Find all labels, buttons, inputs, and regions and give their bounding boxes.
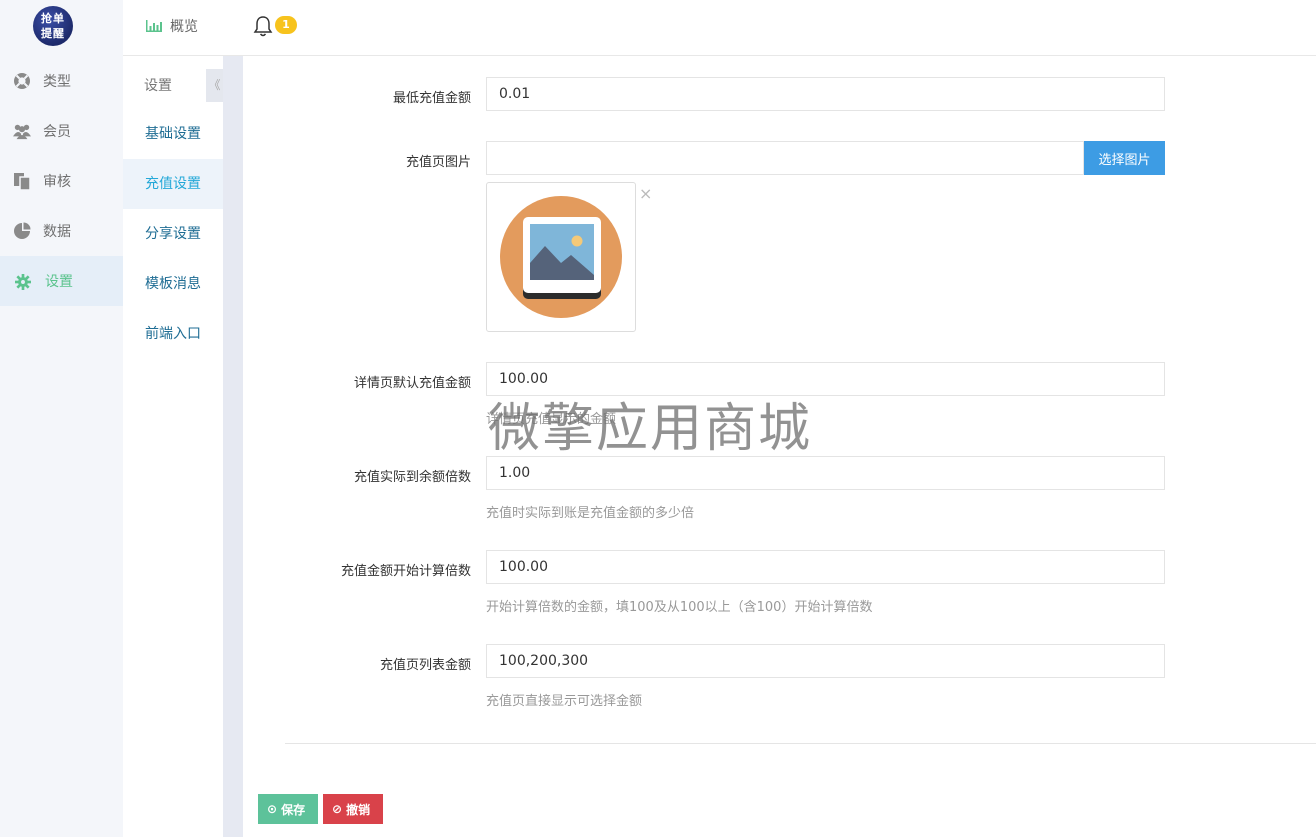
recharge-settings-form: 最低充值金额 充值页图片 选择图片 × 详情页默认充值金额 详情页充值显示的金额…: [243, 56, 1316, 837]
save-button[interactable]: ⊙ 保存: [258, 794, 318, 824]
image-placeholder-icon: [500, 196, 622, 318]
sidebar-item-label: 设置: [45, 274, 73, 290]
circle-dot-icon: ⊙: [267, 802, 278, 816]
logo-text-bottom: 提醒: [41, 27, 65, 40]
submenu-item-label: 前端入口: [145, 326, 201, 342]
submenu-item-share[interactable]: 分享设置: [123, 209, 223, 259]
app-logo[interactable]: 抢单 提醒: [33, 6, 73, 46]
list-amounts-help: 充值页直接显示可选择金额: [486, 694, 643, 709]
start-multiplier-help: 开始计算倍数的金额，填100及从100以上（含100）开始计算倍数: [486, 600, 873, 615]
submenu-item-label: 模板消息: [145, 276, 201, 292]
cancel-button[interactable]: ⊘ 撤销: [323, 794, 383, 824]
list-amounts-label: 充值页列表金额: [379, 658, 471, 673]
submenu-item-template-message[interactable]: 模板消息: [123, 259, 223, 309]
min-amount-input[interactable]: [486, 77, 1165, 111]
submenu-item-basic[interactable]: 基础设置: [123, 109, 223, 159]
image-preview: [486, 182, 636, 332]
top-bar: 概览 1: [123, 0, 1316, 56]
notification-badge: 1: [275, 16, 297, 34]
bar-chart-icon: [146, 20, 162, 32]
overview-label: 概览: [170, 19, 198, 35]
start-multiplier-input[interactable]: [486, 550, 1165, 584]
choose-image-button[interactable]: 选择图片: [1084, 141, 1165, 175]
submenu-item-recharge[interactable]: 充值设置: [123, 159, 223, 209]
ban-icon: ⊘: [332, 802, 343, 816]
submenu-item-label: 充值设置: [145, 176, 201, 192]
form-divider: [285, 743, 1316, 744]
gear-icon: [15, 274, 31, 290]
default-amount-label: 详情页默认充值金额: [353, 376, 471, 391]
pie-chart-icon: [14, 222, 31, 239]
remove-image-icon[interactable]: ×: [639, 186, 652, 202]
page-image-input[interactable]: [486, 141, 1084, 175]
sidebar-item-data[interactable]: 数据: [0, 206, 123, 256]
bell-icon[interactable]: [253, 15, 273, 37]
logo-text-top: 抢单: [41, 12, 65, 25]
sidebar-item-label: 类型: [43, 74, 71, 90]
page-image-label: 充值页图片: [405, 155, 471, 170]
submenu-item-label: 基础设置: [145, 126, 201, 142]
content-gutter: [223, 56, 243, 837]
multiplier-input[interactable]: [486, 456, 1165, 490]
sidebar-item-settings[interactable]: 设置: [0, 256, 123, 306]
sidebar-item-label: 会员: [43, 124, 71, 140]
main-sidebar: 抢单 提醒 类型 会员 审核 数据 设置: [0, 0, 123, 837]
overview-link[interactable]: 概览: [146, 16, 198, 36]
default-amount-input[interactable]: [486, 362, 1165, 396]
submenu-item-frontend-entry[interactable]: 前端入口: [123, 309, 223, 359]
multiplier-help: 充值时实际到账是充值金额的多少倍: [486, 506, 695, 521]
sidebar-item-review[interactable]: 审核: [0, 156, 123, 206]
start-multiplier-label: 充值金额开始计算倍数: [340, 564, 471, 579]
list-amounts-input[interactable]: [486, 644, 1165, 678]
copy-icon: [14, 173, 31, 190]
settings-submenu: 设置 《 基础设置 充值设置 分享设置 模板消息 前端入口: [123, 56, 223, 837]
sidebar-item-types[interactable]: 类型: [0, 56, 123, 106]
sidebar-item-label: 审核: [43, 174, 71, 190]
save-button-label: 保存: [281, 802, 306, 817]
sidebar-item-label: 数据: [43, 224, 71, 240]
multiplier-label: 充值实际到余额倍数: [353, 470, 471, 485]
submenu-title: 设置: [144, 78, 172, 94]
min-amount-label: 最低充值金额: [392, 91, 471, 106]
collapse-toggle[interactable]: 《: [206, 69, 223, 102]
submenu-item-label: 分享设置: [145, 226, 201, 242]
default-amount-help: 详情页充值显示的金额: [486, 412, 617, 427]
lifebuoy-icon: [14, 73, 30, 89]
collapse-icon: 《: [208, 78, 221, 92]
users-icon: [13, 124, 31, 140]
cancel-button-label: 撤销: [346, 802, 371, 817]
sidebar-item-members[interactable]: 会员: [0, 106, 123, 156]
